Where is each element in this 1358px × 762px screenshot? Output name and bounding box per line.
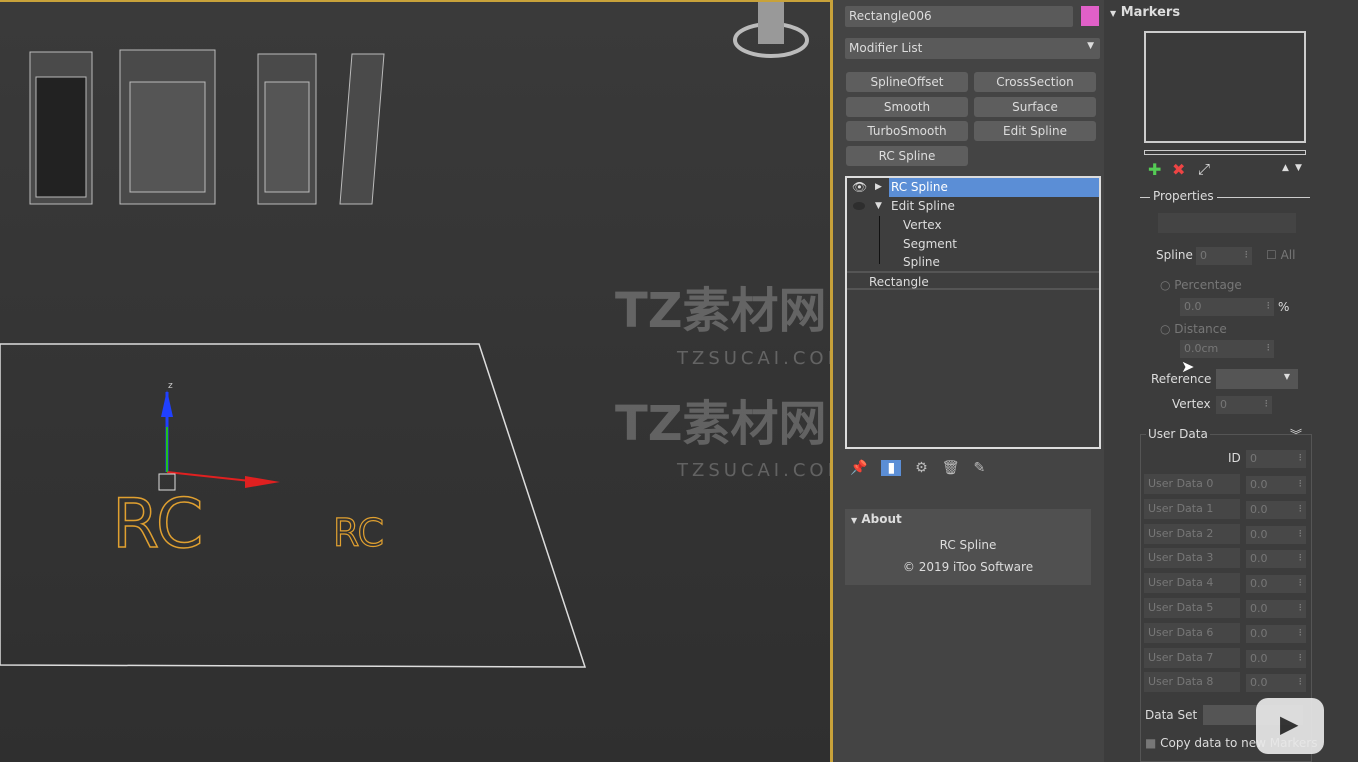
about-header[interactable]: ▼ About xyxy=(851,512,902,526)
surface-button[interactable]: Surface xyxy=(974,97,1096,117)
reference-label: Reference xyxy=(1151,372,1212,386)
command-panel: Rectangle006 Modifier List ▼ SplineOffset… xyxy=(836,0,1104,762)
properties-group-label: Properties xyxy=(1150,189,1217,203)
smooth-button[interactable]: Smooth xyxy=(846,97,968,117)
id-label: ID xyxy=(1228,451,1241,465)
percent-sign: % xyxy=(1278,300,1290,314)
markers-header[interactable]: ▼ Markers xyxy=(1110,5,1180,20)
user-data-name[interactable]: User Data 7 xyxy=(1144,647,1240,668)
stack-item-vertex[interactable]: Vertex xyxy=(847,216,1099,235)
spline-offset-button[interactable]: SplineOffset xyxy=(846,72,968,92)
show-end-result-icon[interactable]: ▮ xyxy=(881,460,902,476)
all-checkbox[interactable]: ☐ All xyxy=(1266,248,1295,262)
rc-spline-large: RC xyxy=(112,485,203,564)
turbosmooth-button[interactable]: TurboSmooth xyxy=(846,121,968,141)
reference-dropdown[interactable]: ▼ xyxy=(1216,369,1298,389)
scene: z RC RC TZ素材网 TZSUCAI.COM TZ素材网 TZSUCAI.… xyxy=(0,2,833,668)
stack-item-edit-spline[interactable]: ▼ Edit Spline xyxy=(847,197,1099,216)
move-down-icon[interactable]: ▼ xyxy=(1295,163,1302,173)
user-data-label: User Data xyxy=(1146,427,1210,441)
distance-spinner[interactable]: 0.0cm xyxy=(1180,340,1274,358)
collapse-icon[interactable]: ▼ xyxy=(875,197,882,216)
move-up-icon[interactable]: ▲ xyxy=(1282,163,1289,173)
add-marker-icon[interactable]: ✚ xyxy=(1148,160,1161,179)
make-unique-icon[interactable]: ⚙ xyxy=(915,460,928,476)
modifier-list-label: Modifier List xyxy=(849,41,923,55)
user-data-name[interactable]: User Data 1 xyxy=(1144,498,1240,519)
stack-label: RC Spline xyxy=(889,178,1099,197)
door-models xyxy=(29,49,385,205)
svg-text:TZSUCAI.COM: TZSUCAI.COM xyxy=(676,348,833,369)
about-plugin-name: RC Spline xyxy=(939,538,997,552)
edit-spline-button[interactable]: Edit Spline xyxy=(974,121,1096,141)
user-data-name[interactable]: User Data 3 xyxy=(1144,548,1240,569)
chevron-down-icon: ▼ xyxy=(1087,41,1094,51)
user-data-name[interactable]: User Data 0 xyxy=(1144,474,1240,494)
user-data-name[interactable]: User Data 5 xyxy=(1144,598,1240,618)
vertex-spinner[interactable]: 0 xyxy=(1216,396,1272,414)
spline-label: Spline xyxy=(1156,248,1193,262)
vertex-label: Vertex xyxy=(1172,397,1211,411)
rc-spline-small: RC xyxy=(333,511,384,555)
eye-off-icon[interactable] xyxy=(853,202,865,210)
marker-name-input[interactable] xyxy=(1158,213,1296,233)
user-data-name[interactable]: User Data 2 xyxy=(1144,523,1240,544)
play-icon: ▶ xyxy=(1280,710,1299,738)
modifier-list-dropdown[interactable]: Modifier List ▼ xyxy=(845,38,1100,59)
distance-radio[interactable]: ○ Distance xyxy=(1160,322,1227,336)
spline-spinner[interactable]: 0 xyxy=(1196,247,1252,265)
pin-stack-icon[interactable]: 📌 xyxy=(850,460,867,476)
configure-sets-icon[interactable]: ✎ xyxy=(974,460,986,476)
percentage-radio[interactable]: ○ Percentage xyxy=(1160,278,1242,292)
svg-text:TZSUCAI.COM: TZSUCAI.COM xyxy=(676,460,833,481)
markers-scrollbar[interactable] xyxy=(1144,150,1306,155)
markers-panel: ▼ Markers ✚ ✖ ⤢ ▲ ▼ Properties Spline 0 … xyxy=(1104,0,1358,762)
markers-list[interactable] xyxy=(1144,31,1306,143)
user-data-value-spinner[interactable]: 0.0 xyxy=(1246,476,1306,494)
stack-item-rc-spline[interactable]: 👁 ▶ RC Spline xyxy=(847,178,1099,197)
svg-text:TZ素材网: TZ素材网 xyxy=(615,396,827,452)
user-data-value-spinner[interactable]: 0.0 xyxy=(1246,674,1306,693)
collapse-double-chevron-icon[interactable]: ︾ xyxy=(1290,426,1302,443)
data-set-label: Data Set xyxy=(1145,708,1198,722)
user-data-value-spinner[interactable]: 0.0 xyxy=(1246,600,1306,618)
svg-text:TZ素材网: TZ素材网 xyxy=(615,283,827,339)
user-data-value-spinner[interactable]: 0.0 xyxy=(1246,624,1306,643)
remove-modifier-icon[interactable]: 🗑 xyxy=(942,460,960,476)
modifier-stack[interactable]: 👁 ▶ RC Spline ▼ Edit Spline Vertex Segment … xyxy=(845,176,1101,449)
user-data-name[interactable]: User Data 8 xyxy=(1144,672,1240,693)
about-rollout: ▼ About RC Spline © 2019 iToo Software xyxy=(845,509,1091,585)
user-data-name[interactable]: User Data 6 xyxy=(1144,622,1240,643)
stack-item-segment[interactable]: Segment xyxy=(847,235,1099,254)
transform-gizmo: z xyxy=(158,381,280,491)
viewcube xyxy=(733,2,809,58)
object-color-swatch[interactable] xyxy=(1081,6,1099,26)
stack-item-rectangle[interactable]: Rectangle xyxy=(847,271,1099,290)
watermark: TZ素材网 TZSUCAI.COM TZ素材网 TZSUCAI.COM xyxy=(615,283,833,481)
stack-item-spline[interactable]: Spline xyxy=(847,253,1099,272)
percentage-spinner[interactable]: 0.0 xyxy=(1180,298,1274,316)
user-data-value-spinner[interactable]: 0.0 xyxy=(1246,525,1306,544)
about-copyright: © 2019 iToo Software xyxy=(902,560,1034,574)
delete-marker-icon[interactable]: ✖ xyxy=(1172,160,1185,179)
svg-text:z: z xyxy=(168,381,173,391)
viewport[interactable]: z RC RC TZ素材网 TZSUCAI.COM TZ素材网 TZSUCAI.… xyxy=(0,0,833,762)
user-data-value-spinner[interactable]: 0.0 xyxy=(1246,500,1306,519)
plane-outline xyxy=(0,343,587,668)
eye-icon[interactable]: 👁 xyxy=(852,178,867,197)
video-play-badge: ▶ xyxy=(1256,698,1324,754)
cross-section-button[interactable]: CrossSection xyxy=(974,72,1096,92)
user-data-name[interactable]: User Data 4 xyxy=(1144,573,1240,594)
user-data-value-spinner[interactable]: 0.0 xyxy=(1246,649,1306,668)
stack-toolbar: 📌 ▮ ⚙ 🗑 ✎ xyxy=(850,460,985,476)
user-data-value-spinner[interactable]: 0.0 xyxy=(1246,550,1306,569)
object-name-input[interactable]: Rectangle006 xyxy=(845,6,1073,27)
rc-spline-button[interactable]: RC Spline xyxy=(846,146,968,166)
user-data-value-spinner[interactable]: 0.0 xyxy=(1246,575,1306,594)
pick-marker-icon[interactable]: ⤢ xyxy=(1198,160,1210,178)
expand-icon[interactable]: ▶ xyxy=(875,178,882,197)
stack-label: Edit Spline xyxy=(891,199,955,213)
id-spinner[interactable]: 0 xyxy=(1246,450,1306,468)
